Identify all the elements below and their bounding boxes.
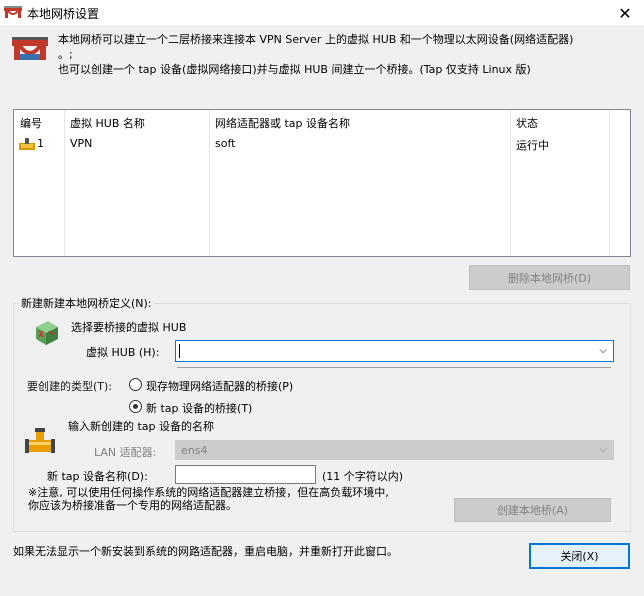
column-header-adapter[interactable]: 网络适配器或 tap 设备名称 xyxy=(215,115,350,131)
column-header-hub[interactable]: 虚拟 HUB 名称 xyxy=(70,115,145,131)
lan-adapter-label: LAN 适配器: xyxy=(94,446,157,459)
row-status: 运行中 xyxy=(516,139,549,152)
bridge-note: ※注意, 可以使用任何操作系统的网络适配器建立桥接，但在高负载环境中, 你应该为… xyxy=(28,486,389,512)
tap-heading: 输入新创建的 tap 设备的名称 xyxy=(68,420,215,433)
create-bridge-button[interactable]: 创建本地桥(A) xyxy=(454,498,611,522)
window-title: 本地网桥设置 xyxy=(27,7,100,21)
ethernet-icon xyxy=(19,138,35,150)
radio-button-selected[interactable] xyxy=(129,400,142,413)
hub-select[interactable]: ⌵ xyxy=(175,340,614,362)
tap-name-hint: (11 个字符以内) xyxy=(322,470,404,483)
row-id: 1 xyxy=(37,137,44,150)
title-bar: 本地网桥设置 ✕ xyxy=(0,0,644,26)
delete-bridge-button[interactable]: 删除本地网桥(D) xyxy=(469,265,630,290)
tap-name-label: 新 tap 设备名称(D): xyxy=(47,470,148,483)
tap-name-input[interactable] xyxy=(175,465,316,484)
new-bridge-group-label: 新建新建本地网桥定义(N): xyxy=(19,295,154,311)
radio-button[interactable] xyxy=(129,378,142,391)
close-button[interactable]: 关闭(X) xyxy=(529,543,630,569)
bridge-icon xyxy=(4,6,22,18)
column-divider xyxy=(209,110,210,256)
close-icon: ✕ xyxy=(618,3,632,23)
pipe-icon xyxy=(25,428,55,453)
footer-text: 如果无法显示一个新安装到系统的网路适配器，重启电脑，并重新打开此窗口。 xyxy=(13,545,398,558)
chevron-down-icon: ⌵ xyxy=(599,345,607,356)
row-hub-name: VPN xyxy=(70,137,93,150)
column-divider xyxy=(64,110,65,256)
text-caret xyxy=(179,344,180,358)
lan-adapter-select[interactable]: ens4 ⌵ xyxy=(175,440,614,460)
column-header-id[interactable]: 编号 xyxy=(20,115,42,131)
radio-tap-label: 新 tap 设备的桥接(T) xyxy=(146,402,253,415)
radio-physical-label: 现存物理网络适配器的桥接(P) xyxy=(146,380,294,393)
column-divider xyxy=(510,110,511,256)
intro-text: 本地网桥可以建立一个二层桥接来连接本 VPN Server 上的虚拟 HUB 和… xyxy=(58,33,574,76)
row-adapter-name: soft xyxy=(215,137,236,150)
type-label: 要创建的类型(T): xyxy=(27,380,113,393)
window-close-button[interactable]: ✕ xyxy=(606,0,644,26)
column-header-status[interactable]: 状态 xyxy=(516,115,538,131)
column-divider xyxy=(609,110,610,256)
select-hub-heading: 选择要桥接的虚拟 HUB xyxy=(71,321,187,334)
radio-tap-device[interactable]: 新 tap 设备的桥接(T) xyxy=(129,399,289,415)
bridge-icon xyxy=(12,37,48,60)
lan-adapter-value: ens4 xyxy=(181,444,208,457)
chevron-down-icon: ⌵ xyxy=(599,444,607,455)
separator xyxy=(177,367,611,368)
hub-icon xyxy=(36,321,58,345)
hub-label: 虚拟 HUB (H): xyxy=(86,346,160,359)
radio-physical-adapter[interactable]: 现存物理网络适配器的桥接(P) xyxy=(129,377,329,393)
bridge-list-table[interactable]: 编号 虚拟 HUB 名称 网络适配器或 tap 设备名称 状态 1 VPN so… xyxy=(13,109,631,257)
